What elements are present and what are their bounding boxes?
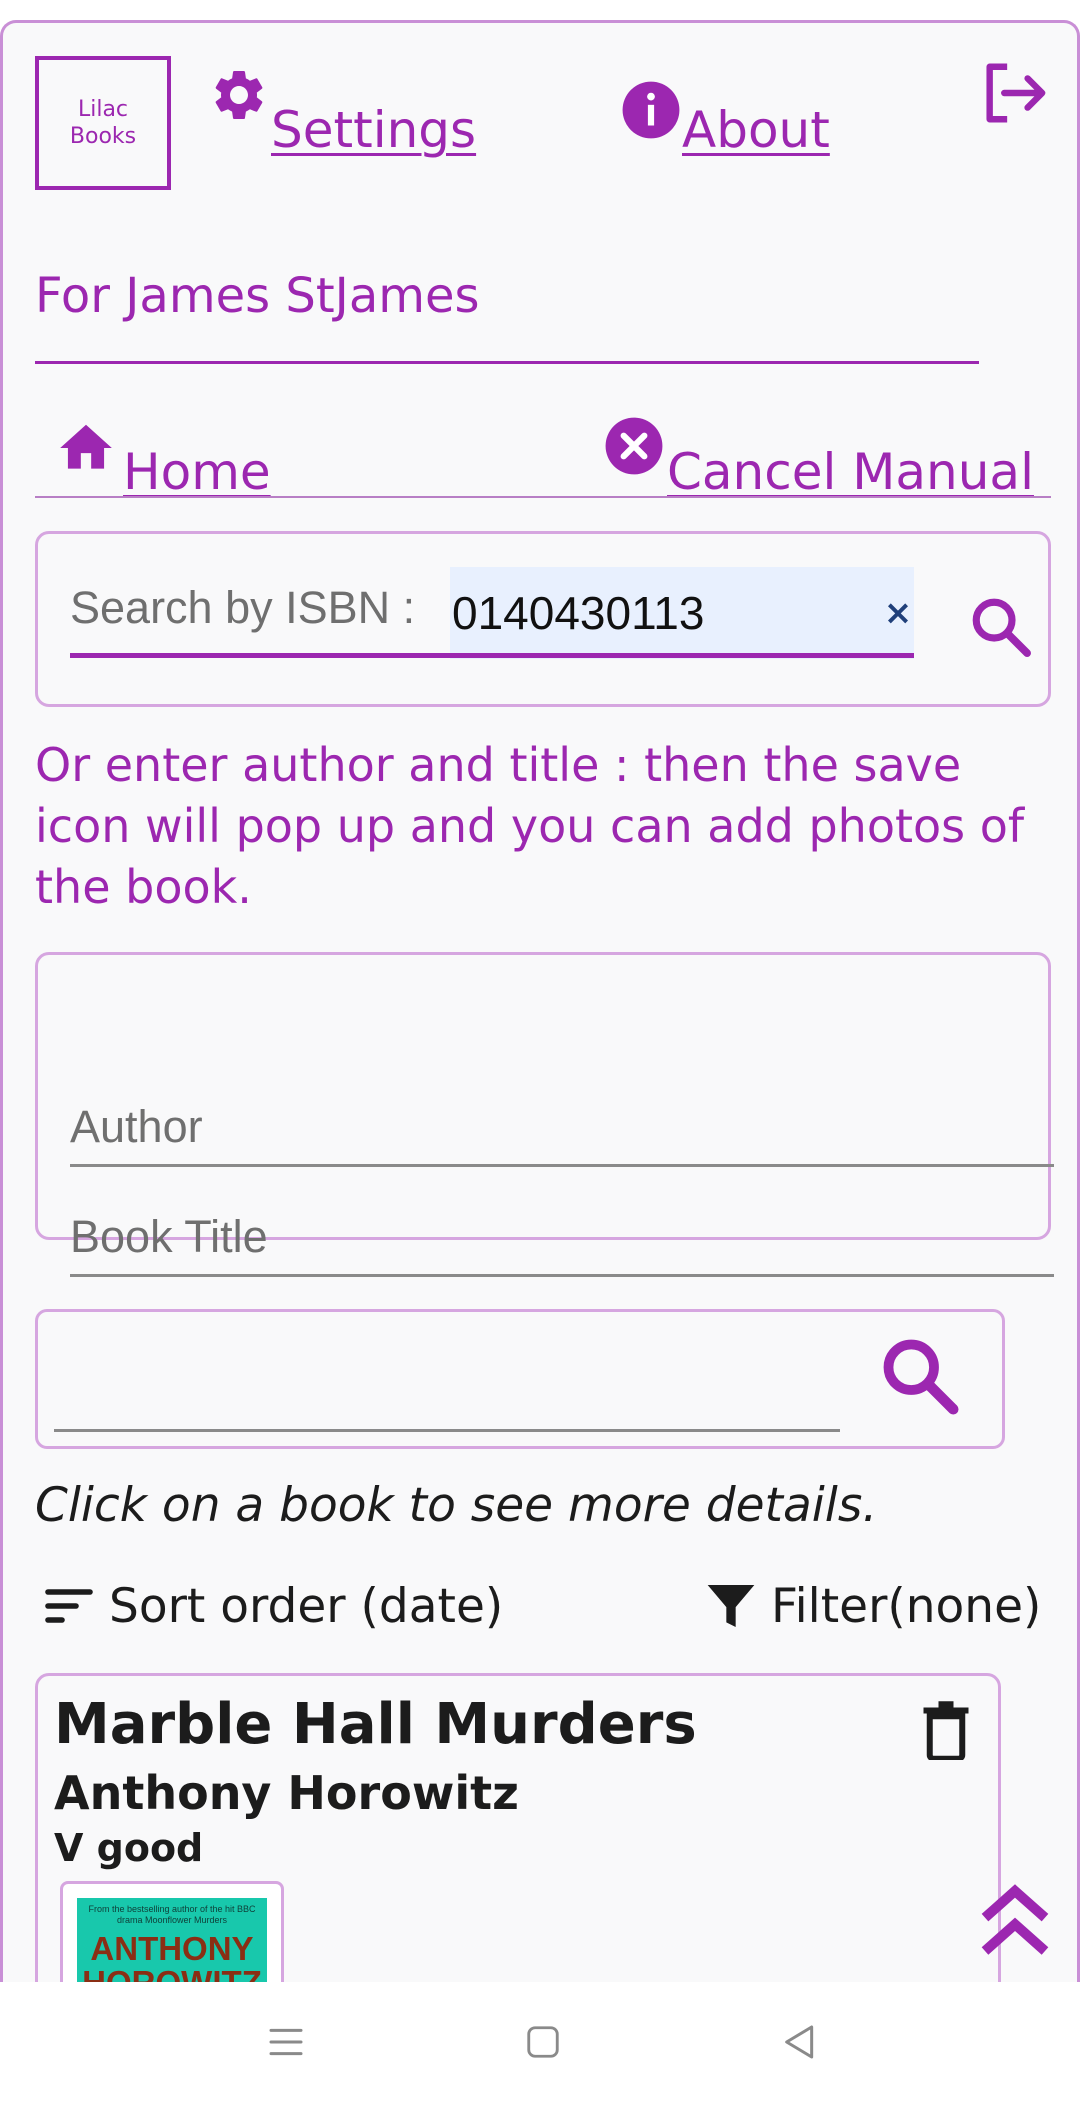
filter-button[interactable]: Filter(none) <box>703 1571 1041 1641</box>
cancel-manual-label: Cancel Manual <box>667 443 1034 501</box>
author-underline <box>70 1164 1054 1167</box>
book-card[interactable]: Marble Hall Murders Anthony Horowitz V g… <box>35 1673 1001 1982</box>
back-triangle-icon[interactable] <box>780 2022 820 2062</box>
cancel-manual-link[interactable]: Cancel Manual <box>603 401 1034 501</box>
isbn-underline <box>70 653 914 658</box>
book-title-field <box>70 1197 1054 1277</box>
about-link[interactable]: About <box>620 59 830 159</box>
isbn-input-wrap: × <box>450 567 914 659</box>
cover-author-line-1: ANTHONY <box>90 1930 254 1967</box>
library-search-input[interactable] <box>54 1332 840 1422</box>
logo-line-2: Books <box>69 124 137 149</box>
book-cover-image: From the bestselling author of the hit B… <box>77 1898 267 1982</box>
scroll-top-icon[interactable] <box>975 1881 1055 1961</box>
book-author: Anthony Horowitz <box>54 1766 519 1820</box>
filter-label: Filter(none) <box>771 1578 1042 1634</box>
isbn-search-icon[interactable] <box>968 594 1034 660</box>
info-icon <box>620 79 682 153</box>
library-search-underline <box>54 1429 840 1432</box>
logo-line-1: Lilac <box>77 97 129 122</box>
lilac-books-logo[interactable]: Lilac Books <box>35 56 171 190</box>
isbn-search-card: Search by ISBN : × <box>35 531 1051 707</box>
sort-order-button[interactable]: Sort order (date) <box>41 1571 503 1641</box>
home-icon <box>55 417 117 491</box>
library-search-card <box>35 1309 1005 1449</box>
book-condition: V good <box>54 1826 204 1870</box>
manual-entry-card <box>35 952 1054 1277</box>
settings-label: Settings <box>271 101 477 159</box>
settings-gear-icon <box>209 65 269 137</box>
sort-order-label: Sort order (date) <box>109 1578 504 1634</box>
cover-tagline: From the bestselling author of the hit B… <box>88 1904 256 1925</box>
click-book-hint: Click on a book to see more details. <box>35 1478 878 1533</box>
manual-entry-instructions: Or enter author and title : then the sav… <box>35 738 1025 914</box>
library-search-icon[interactable] <box>878 1334 962 1418</box>
book-title: Marble Hall Murders <box>54 1692 697 1757</box>
cancel-circle-icon <box>603 415 665 489</box>
about-label: About <box>682 101 830 159</box>
delete-icon[interactable] <box>921 1700 971 1760</box>
for-user-label: For James StJames <box>35 268 480 324</box>
cover-author-line-2: HOROWITZ <box>77 1966 267 1983</box>
home-label: Home <box>123 443 271 501</box>
author-field <box>70 1087 1054 1167</box>
logout-icon[interactable] <box>978 58 1048 128</box>
isbn-label: Search by ISBN : <box>70 582 416 633</box>
isbn-clear-icon[interactable]: × <box>882 593 914 633</box>
recent-apps-icon[interactable] <box>266 2022 306 2062</box>
book-title-input[interactable] <box>70 1197 1054 1277</box>
app-frame: Lilac Books Settings About For James StJ… <box>0 20 1080 1982</box>
home-square-icon[interactable] <box>524 2022 562 2062</box>
settings-link[interactable]: Settings <box>209 59 476 159</box>
filter-icon <box>707 1585 755 1627</box>
user-divider <box>35 361 979 364</box>
home-link[interactable]: Home <box>55 401 271 501</box>
android-nav-bar <box>0 1982 1080 2112</box>
sort-icon <box>45 1589 93 1623</box>
author-input[interactable] <box>70 1087 1054 1167</box>
book-thumbnail[interactable]: From the bestselling author of the hit B… <box>60 1881 284 1982</box>
nav-divider <box>35 496 1051 498</box>
book-title-underline <box>70 1274 1054 1277</box>
isbn-input[interactable] <box>450 567 870 659</box>
